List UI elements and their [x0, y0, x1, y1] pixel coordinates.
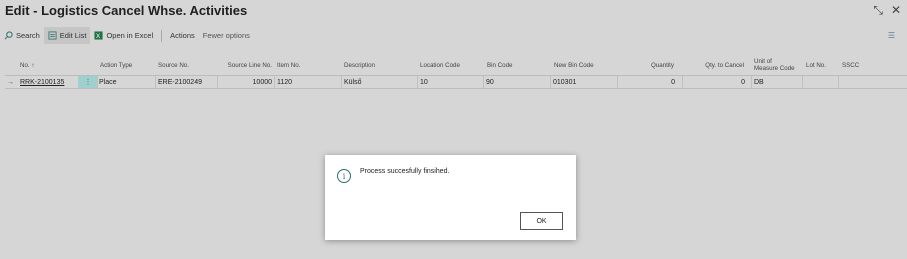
column-divider [341, 76, 342, 88]
col-header-uom[interactable]: Unit of Measure Code [754, 55, 795, 75]
list-view-icon[interactable]: ☰ [888, 31, 895, 40]
dialog-message: Process succesfully finsihed. [360, 168, 450, 175]
col-header-sscc[interactable]: SSCC [842, 55, 859, 75]
table-row[interactable]: → RRK-2100135 ⋮ Place ERE-2100249 10000 … [5, 75, 907, 89]
cell-action-type[interactable]: Place [99, 76, 117, 88]
column-divider [155, 76, 156, 88]
col-header-location-code[interactable]: Location Code [420, 55, 460, 75]
info-icon: i [337, 169, 351, 183]
row-menu-icon[interactable]: ⋮ [78, 76, 98, 88]
cell-no[interactable]: RRK-2100135 [20, 76, 64, 88]
col-header-action-type[interactable]: Action Type [100, 55, 132, 75]
open-in-excel-button[interactable]: X Open in Excel [90, 27, 157, 44]
actions-button[interactable]: Actions [166, 27, 199, 44]
column-divider [617, 76, 618, 88]
cell-item-no[interactable]: 1120 [277, 76, 292, 88]
collapse-icon[interactable]: ⤡ [873, 3, 883, 17]
search-button[interactable]: Search [0, 27, 44, 44]
cell-new-bin-code[interactable]: 010301 [553, 76, 576, 88]
col-header-bin-code[interactable]: Bin Code [487, 55, 512, 75]
column-divider [217, 76, 218, 88]
col-header-uom-line1: Unit of [754, 58, 772, 65]
col-header-source-no[interactable]: Source No. [158, 55, 189, 75]
ok-button[interactable]: OK [520, 212, 563, 230]
toolbar: Search Edit List X Open in Excel Actions… [0, 27, 907, 44]
column-divider [274, 76, 275, 88]
edit-list-button[interactable]: Edit List [43, 27, 91, 44]
column-divider [483, 76, 484, 88]
cell-source-no[interactable]: ERE-2100249 [158, 76, 202, 88]
column-divider [838, 76, 839, 88]
cell-source-line-no[interactable]: 10000 [220, 76, 272, 88]
cell-quantity[interactable]: 0 [620, 76, 675, 88]
close-icon[interactable]: ✕ [891, 3, 901, 17]
excel-icon: X [94, 31, 104, 40]
toolbar-separator [161, 29, 163, 42]
cell-description[interactable]: Külső [344, 76, 362, 88]
actions-label: Actions [170, 31, 195, 40]
column-divider [802, 76, 803, 88]
row-indicator-icon: → [7, 78, 14, 86]
edit-list-icon [48, 31, 57, 40]
window-controls: ⤡ ✕ [873, 3, 901, 17]
col-header-lot-no[interactable]: Lot No. [806, 55, 826, 75]
col-header-description[interactable]: Description [344, 55, 375, 75]
message-dialog: i Process succesfully finsihed. OK [325, 155, 576, 240]
edit-list-label: Edit List [59, 31, 87, 40]
column-divider [550, 76, 551, 88]
page-title: Edit - Logistics Cancel Whse. Activities [5, 3, 248, 18]
cell-bin-code[interactable]: 90 [486, 76, 494, 88]
col-header-uom-line2: Measure Code [754, 65, 795, 72]
col-header-source-line-no[interactable]: Source Line No. [220, 55, 272, 75]
col-header-no[interactable]: No. ↑ [20, 55, 34, 75]
search-label: Search [16, 31, 40, 40]
column-divider [417, 76, 418, 88]
search-icon [4, 31, 13, 40]
col-header-qty-to-cancel[interactable]: Qty. to Cancel [690, 55, 744, 75]
column-divider [97, 76, 98, 88]
fewer-options-label: Fewer options [202, 31, 250, 40]
column-divider [751, 76, 752, 88]
column-divider [682, 76, 683, 88]
col-header-quantity[interactable]: Quantity [620, 55, 674, 75]
cell-qty-to-cancel[interactable]: 0 [690, 76, 745, 88]
fewer-options-button[interactable]: Fewer options [199, 27, 254, 44]
cell-location-code[interactable]: 10 [420, 76, 428, 88]
open-in-excel-label: Open in Excel [106, 31, 154, 40]
col-header-new-bin-code[interactable]: New Bin Code [554, 55, 594, 75]
col-header-item-no[interactable]: Item No. [277, 55, 300, 75]
cell-uom[interactable]: DB [754, 76, 764, 88]
